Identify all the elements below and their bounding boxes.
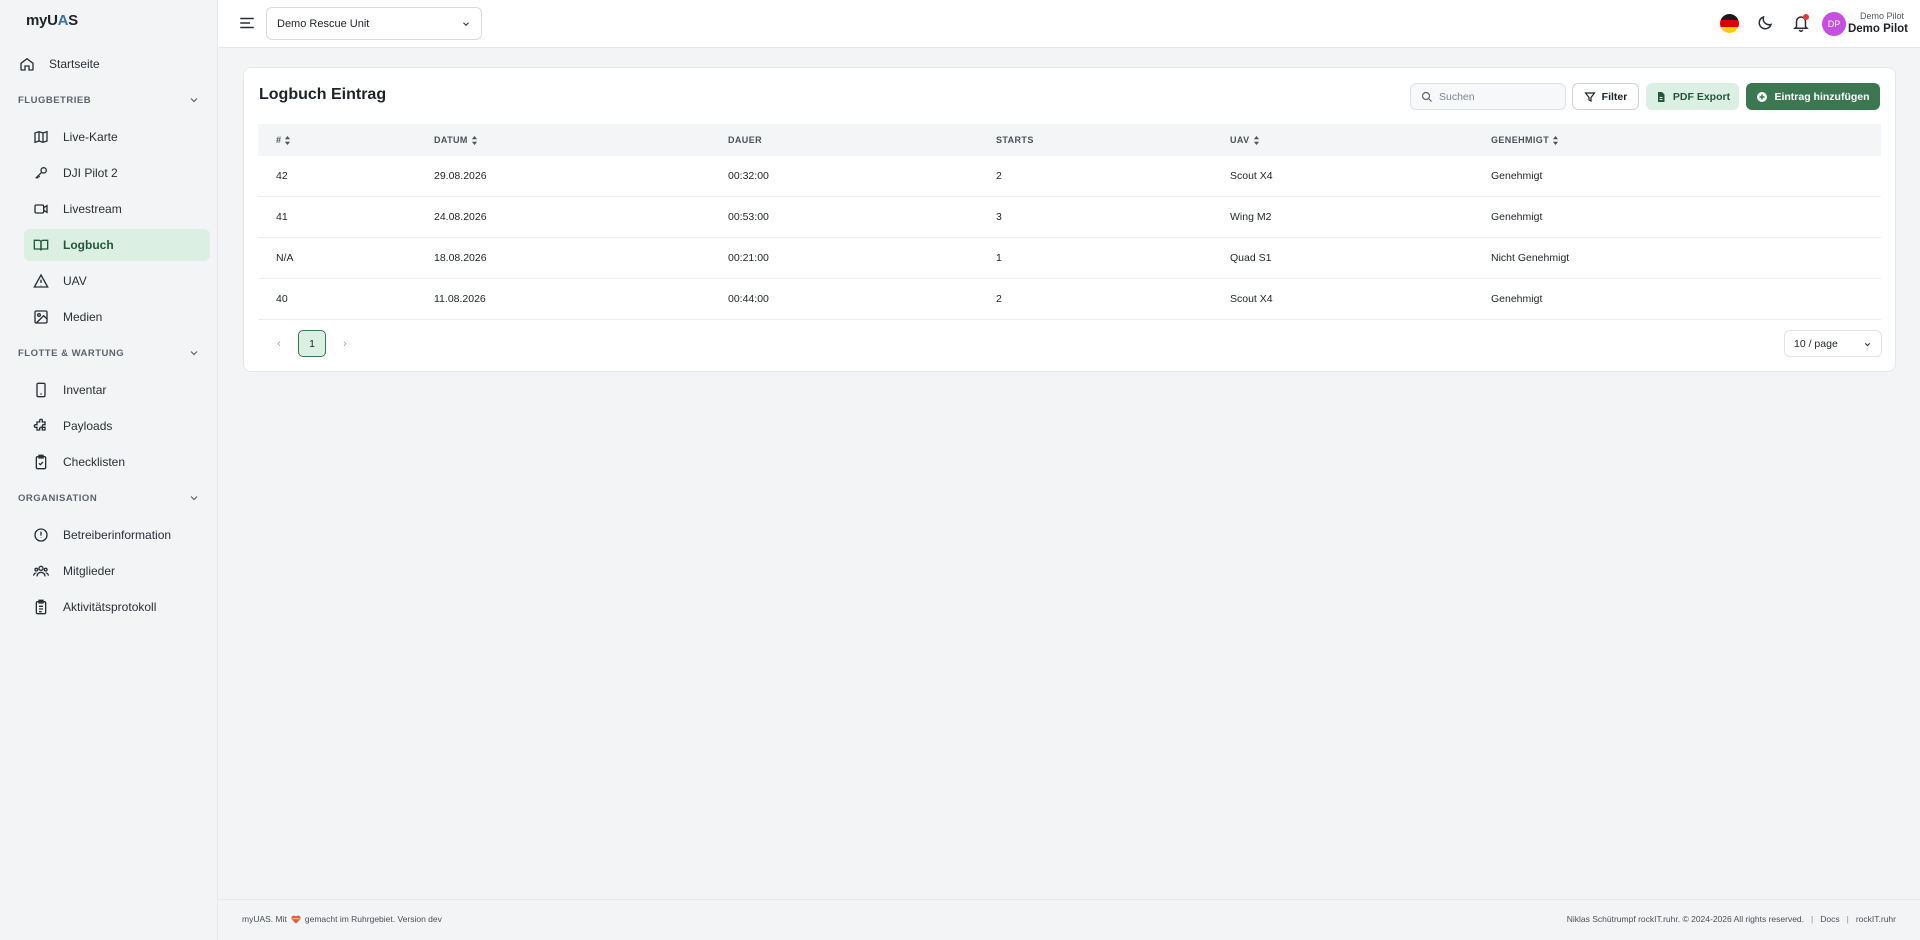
clipboard-check-icon bbox=[32, 453, 50, 471]
dark-mode-icon[interactable] bbox=[1756, 14, 1774, 32]
logbook-card: Logbuch Eintrag Filter PDF Export Eintra… bbox=[243, 67, 1896, 372]
info-icon bbox=[32, 526, 50, 544]
search-icon bbox=[1421, 91, 1433, 103]
sidebar: myUAS Startseite FLUGBETRIEB Live-Karte … bbox=[0, 0, 218, 940]
search-input[interactable] bbox=[1439, 90, 1559, 103]
column-header-dauer: DAUER bbox=[728, 135, 763, 145]
unit-select[interactable]: Demo Rescue Unit bbox=[266, 7, 482, 40]
footer-left: myUAS. Mit gemacht im Ruhrgebiet. Versio… bbox=[242, 914, 442, 924]
users-icon bbox=[32, 562, 50, 580]
chevron-down-icon bbox=[188, 347, 200, 359]
map-icon bbox=[32, 128, 50, 146]
sidebar-item-uav[interactable]: UAV bbox=[24, 265, 210, 297]
chevron-down-icon bbox=[188, 94, 200, 106]
sidebar-item-dji-pilot[interactable]: DJI Pilot 2 bbox=[24, 157, 210, 189]
footer: myUAS. Mit gemacht im Ruhrgebiet. Versio… bbox=[218, 899, 1920, 940]
notification-bell-icon[interactable] bbox=[1792, 13, 1810, 33]
image-icon bbox=[32, 308, 50, 326]
column-header-genehmigt[interactable]: GENEHMIGT bbox=[1491, 135, 1881, 145]
sort-icon bbox=[284, 135, 291, 145]
heart-icon bbox=[291, 915, 301, 924]
user-name[interactable]: Demo Pilot bbox=[1848, 23, 1908, 35]
section-flugbetrieb[interactable]: FLUGBETRIEB bbox=[18, 90, 200, 110]
footer-right: Niklas Schütrumpf rockIT.ruhr. © 2024-20… bbox=[1566, 914, 1896, 924]
table-row[interactable]: N/A 18.08.2026 00:21:00 1 Quad S1 Nicht … bbox=[258, 238, 1881, 279]
section-organisation[interactable]: ORGANISATION bbox=[18, 488, 200, 508]
column-header-datum[interactable]: DATUM bbox=[434, 135, 728, 145]
language-flag-icon[interactable] bbox=[1720, 14, 1739, 33]
docs-link[interactable]: Docs bbox=[1820, 914, 1839, 924]
prev-page-button[interactable]: ‹ bbox=[272, 338, 286, 350]
logbook-table: # DATUM DAUER STARTS UAV GENEHMIGT 42 29… bbox=[258, 124, 1881, 320]
sidebar-item-logbuch[interactable]: Logbuch bbox=[24, 229, 210, 261]
sort-icon bbox=[471, 135, 478, 145]
pdf-export-button[interactable]: PDF Export bbox=[1646, 83, 1739, 110]
table-header: # DATUM DAUER STARTS UAV GENEHMIGT bbox=[258, 124, 1881, 156]
topbar: Demo Rescue Unit DP Demo Pilot Demo Pilo… bbox=[218, 0, 1920, 48]
column-header-starts: STARTS bbox=[996, 135, 1034, 145]
add-entry-button[interactable]: Eintrag hinzufügen bbox=[1746, 83, 1880, 110]
sidebar-item-aktivitaetsprotokoll[interactable]: Aktivitätsprotokoll bbox=[24, 591, 210, 623]
sidebar-item-livestream[interactable]: Livestream bbox=[24, 193, 210, 225]
warning-icon bbox=[32, 272, 50, 290]
sidebar-item-betreiberinformation[interactable]: Betreiberinformation bbox=[24, 519, 210, 551]
sort-icon bbox=[1552, 135, 1559, 145]
table-row[interactable]: 42 29.08.2026 00:32:00 2 Scout X4 Genehm… bbox=[258, 156, 1881, 197]
app-logo[interactable]: myUAS bbox=[26, 12, 78, 29]
sidebar-item-medien[interactable]: Medien bbox=[24, 301, 210, 333]
search-box[interactable] bbox=[1410, 83, 1566, 110]
sidebar-item-mitglieder[interactable]: Mitglieder bbox=[24, 555, 210, 587]
file-icon bbox=[1655, 91, 1667, 103]
user-name-small: Demo Pilot bbox=[1859, 11, 1904, 21]
chevron-down-icon bbox=[188, 492, 200, 504]
sort-icon bbox=[1253, 135, 1260, 145]
avatar[interactable]: DP bbox=[1822, 12, 1846, 36]
home-icon bbox=[18, 55, 36, 73]
sidebar-item-home[interactable]: Startseite bbox=[20, 48, 210, 80]
puzzle-icon bbox=[32, 417, 50, 435]
sidebar-item-payloads[interactable]: Payloads bbox=[24, 410, 210, 442]
pagination: ‹ 1 › bbox=[272, 330, 352, 357]
key-icon bbox=[32, 164, 50, 182]
page-title: Logbuch Eintrag bbox=[259, 86, 387, 103]
filter-button[interactable]: Filter bbox=[1572, 83, 1639, 110]
column-header-number[interactable]: # bbox=[258, 135, 434, 145]
clipboard-list-icon bbox=[32, 598, 50, 616]
table-row[interactable]: 41 24.08.2026 00:53:00 3 Wing M2 Genehmi… bbox=[258, 197, 1881, 238]
sidebar-item-label: Startseite bbox=[49, 57, 100, 71]
filter-icon bbox=[1583, 91, 1596, 103]
menu-icon[interactable] bbox=[238, 14, 256, 32]
page-1-button[interactable]: 1 bbox=[298, 330, 326, 357]
chevron-down-icon bbox=[1863, 340, 1872, 349]
section-flotte-wartung[interactable]: FLOTTE & WARTUNG bbox=[18, 343, 200, 363]
notification-dot bbox=[1803, 14, 1809, 20]
table-row[interactable]: 40 11.08.2026 00:44:00 2 Scout X4 Genehm… bbox=[258, 279, 1881, 320]
sidebar-item-live-karte[interactable]: Live-Karte bbox=[24, 121, 210, 153]
phone-icon bbox=[32, 381, 50, 399]
sidebar-item-checklisten[interactable]: Checklisten bbox=[24, 446, 210, 478]
sidebar-item-inventar[interactable]: Inventar bbox=[24, 374, 210, 406]
page-size-select[interactable]: 10 / page bbox=[1784, 330, 1882, 357]
unit-select-value: Demo Rescue Unit bbox=[277, 17, 370, 30]
plus-circle-icon bbox=[1756, 91, 1768, 103]
rockit-link[interactable]: rockIT.ruhr bbox=[1856, 914, 1896, 924]
next-page-button[interactable]: › bbox=[338, 338, 352, 350]
chevron-down-icon bbox=[461, 19, 471, 29]
column-header-uav[interactable]: UAV bbox=[1230, 135, 1491, 145]
video-icon bbox=[32, 200, 50, 218]
book-icon bbox=[32, 236, 50, 254]
